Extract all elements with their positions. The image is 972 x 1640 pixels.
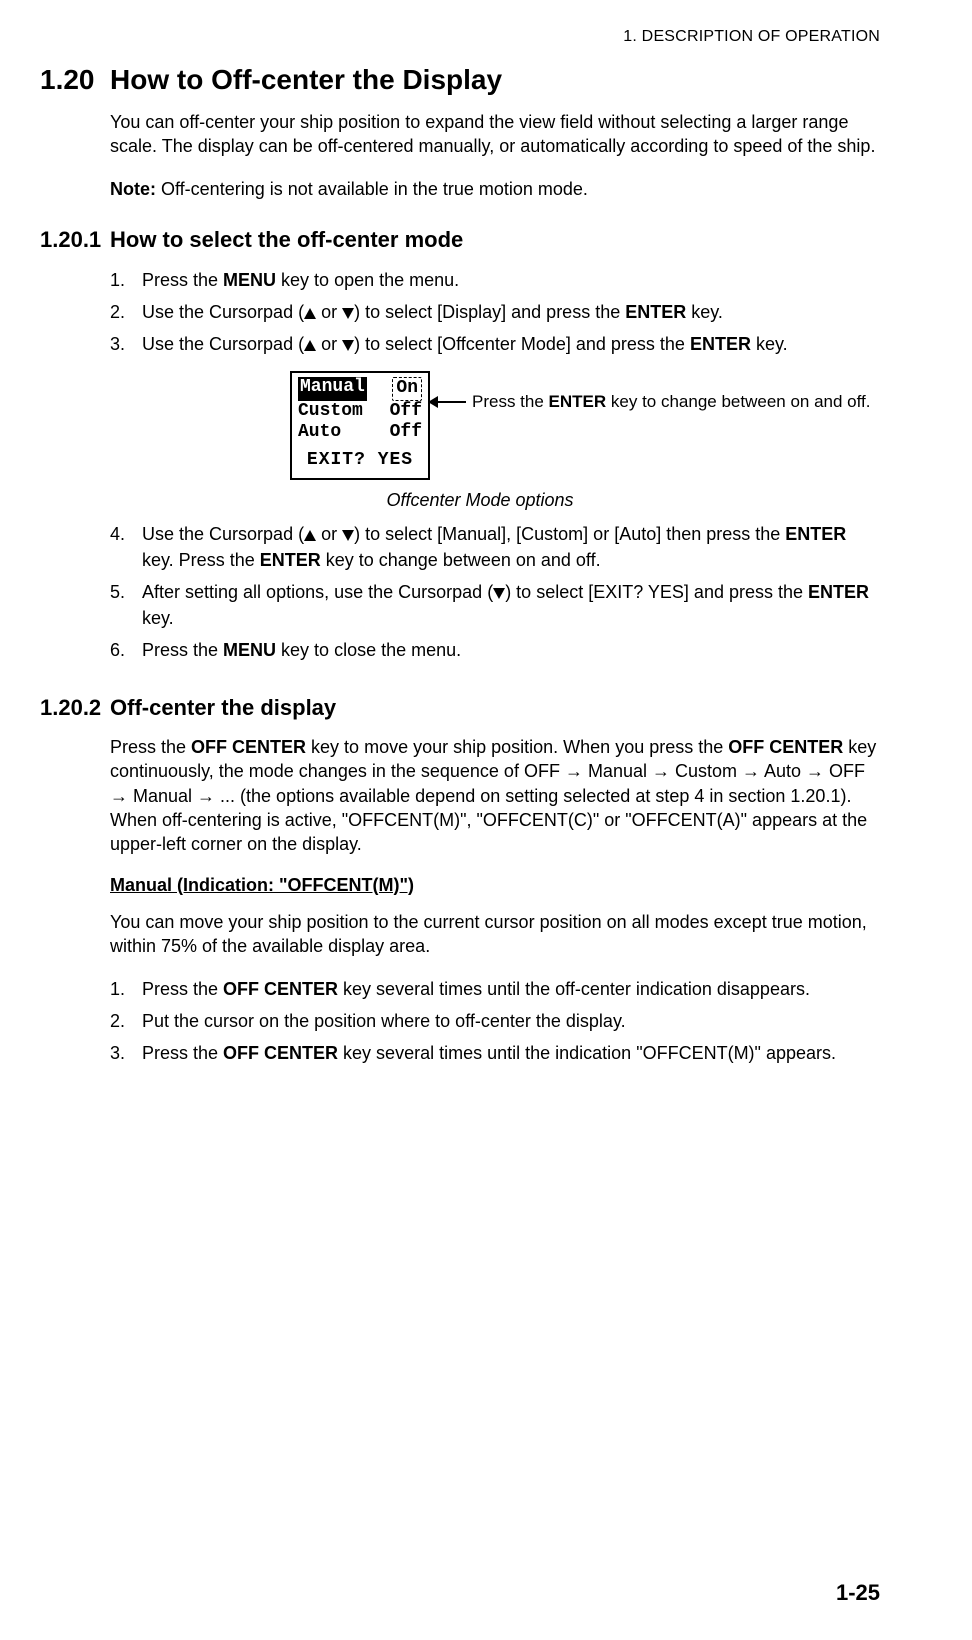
section-title: How to Off-center the Display bbox=[110, 64, 502, 96]
step-b1: 1.Press the OFF CENTER key several times… bbox=[110, 976, 880, 1002]
callout-text: Press the ENTER key to change between on… bbox=[472, 391, 871, 413]
steps-list-2: 1.Press the OFF CENTER key several times… bbox=[110, 976, 880, 1066]
page-number: 1-25 bbox=[836, 1580, 880, 1606]
step-b3: 3.Press the OFF CENTER key several times… bbox=[110, 1040, 880, 1066]
menu-row-custom: Custom Off bbox=[298, 401, 422, 423]
offcenter-mode-figure: Manual On Custom Off Auto Off EXIT? YES bbox=[110, 371, 880, 510]
step-1: 1.Press the MENU key to open the menu. bbox=[110, 267, 880, 293]
steps-list-1-cont: 4.Use the Cursorpad ( or ) to select [Ma… bbox=[110, 521, 880, 663]
menu-label-custom: Custom bbox=[298, 401, 363, 423]
subsection-title: How to select the off-center mode bbox=[110, 227, 463, 253]
note-label: Note: bbox=[110, 179, 156, 199]
subsection-number: 1.20.1 bbox=[40, 227, 110, 253]
menu-box: Manual On Custom Off Auto Off EXIT? YES bbox=[290, 371, 430, 479]
menu-value-manual: On bbox=[392, 377, 422, 401]
subsection-number: 1.20.2 bbox=[40, 695, 110, 721]
triangle-down-icon bbox=[342, 530, 354, 541]
step-5: 5.After setting all options, use the Cur… bbox=[110, 579, 880, 631]
subsection-1-20-1-heading: 1.20.1 How to select the off-center mode bbox=[40, 227, 880, 253]
step-6: 6.Press the MENU key to close the menu. bbox=[110, 637, 880, 663]
section-number: 1.20 bbox=[40, 64, 110, 96]
menu-value-auto: Off bbox=[390, 422, 422, 444]
menu-value-custom: Off bbox=[390, 401, 422, 423]
subsection-2-paragraph-1: Press the OFF CENTER key to move your sh… bbox=[110, 735, 880, 856]
triangle-down-icon bbox=[493, 588, 505, 599]
figure-callout: Press the ENTER key to change between on… bbox=[430, 391, 871, 413]
manual-mode-paragraph: You can move your ship position to the c… bbox=[110, 910, 880, 959]
triangle-down-icon bbox=[342, 308, 354, 319]
figure-caption: Offcenter Mode options bbox=[80, 490, 880, 511]
step-2: 2.Use the Cursorpad ( or ) to select [Di… bbox=[110, 299, 880, 325]
note-text: Off-centering is not available in the tr… bbox=[156, 179, 588, 199]
menu-label-manual: Manual bbox=[298, 377, 367, 401]
section-1-20-heading: 1.20 How to Off-center the Display bbox=[40, 64, 880, 96]
section-intro-paragraph: You can off-center your ship position to… bbox=[110, 110, 880, 159]
triangle-up-icon bbox=[304, 340, 316, 351]
triangle-up-icon bbox=[304, 530, 316, 541]
note-paragraph: Note: Off-centering is not available in … bbox=[110, 177, 880, 201]
arrow-left-icon bbox=[430, 401, 466, 403]
menu-label-auto: Auto bbox=[298, 422, 341, 444]
step-3: 3.Use the Cursorpad ( or ) to select [Of… bbox=[110, 331, 880, 357]
subsection-title: Off-center the display bbox=[110, 695, 336, 721]
menu-row-manual: Manual On bbox=[298, 377, 422, 401]
step-4: 4.Use the Cursorpad ( or ) to select [Ma… bbox=[110, 521, 880, 573]
manual-mode-heading: Manual (Indication: "OFFCENT(M)") bbox=[110, 875, 880, 896]
subsection-1-20-2-heading: 1.20.2 Off-center the display bbox=[40, 695, 880, 721]
menu-exit-row: EXIT? YES bbox=[298, 450, 422, 472]
steps-list-1: 1.Press the MENU key to open the menu. 2… bbox=[110, 267, 880, 357]
triangle-up-icon bbox=[304, 308, 316, 319]
chapter-header: 1. DESCRIPTION OF OPERATION bbox=[40, 28, 880, 46]
step-b2: 2.Put the cursor on the position where t… bbox=[110, 1008, 880, 1034]
triangle-down-icon bbox=[342, 340, 354, 351]
menu-row-auto: Auto Off bbox=[298, 422, 422, 444]
